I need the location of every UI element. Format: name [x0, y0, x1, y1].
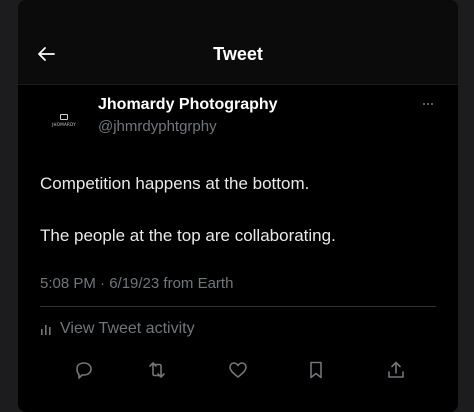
view-activity-label: View Tweet activity — [60, 320, 195, 337]
bookmark-icon — [305, 359, 327, 381]
reply-button[interactable] — [72, 358, 96, 382]
share-icon — [385, 359, 407, 381]
tweet-text-line-2: The people at the top are collaborating. — [40, 226, 336, 245]
avatar[interactable]: JHOMARDY — [42, 98, 86, 142]
like-button[interactable] — [226, 358, 250, 382]
author-display-name[interactable]: Jhomardy Photography — [98, 96, 278, 114]
more-button[interactable] — [416, 96, 440, 112]
more-dots-icon — [423, 103, 425, 105]
avatar-logo-text: JHOMARDY — [51, 121, 76, 127]
page-title: Tweet — [213, 44, 263, 64]
author-handle[interactable]: @jhmrdyphtgrphy — [98, 118, 217, 135]
retweet-icon — [146, 359, 168, 381]
header-bar: Tweet — [18, 0, 458, 85]
tweet-timestamp: 5:08 PM · 6/19/23 from Earth — [40, 275, 234, 292]
tweet-screen: Tweet JHOMARDY Jhomardy Photography @jhm… — [18, 0, 458, 412]
retweet-button[interactable] — [145, 358, 169, 382]
share-button[interactable] — [384, 358, 408, 382]
tweet-text-line-1: Competition happens at the bottom. — [40, 174, 310, 193]
heart-icon — [227, 359, 249, 381]
camera-logo-icon — [60, 113, 68, 120]
view-activity-link[interactable]: View Tweet activity — [40, 320, 195, 338]
bookmark-button[interactable] — [304, 358, 328, 382]
bar-chart-icon — [40, 322, 54, 336]
divider — [40, 306, 436, 307]
reply-icon — [73, 359, 95, 381]
